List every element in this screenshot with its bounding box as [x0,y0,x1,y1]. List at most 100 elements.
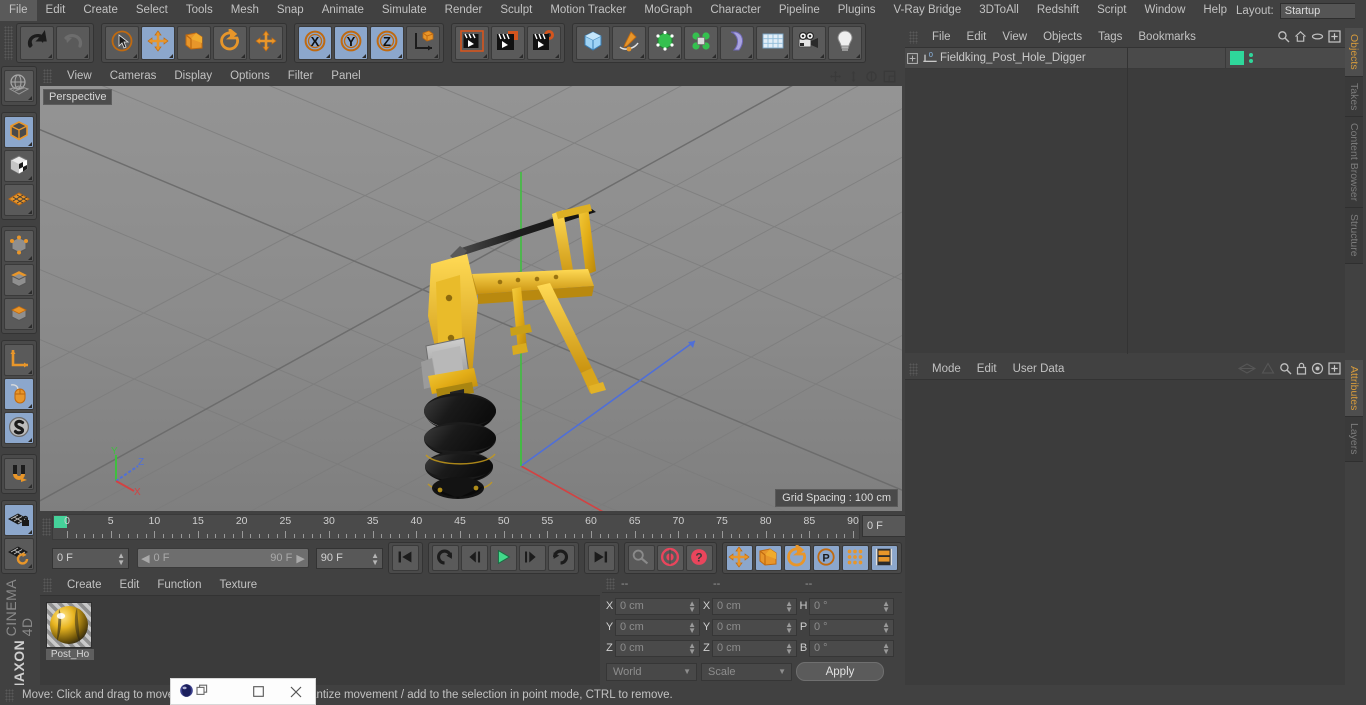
viewport-menu-options[interactable]: Options [221,66,279,86]
plus-box-icon[interactable] [1328,361,1341,378]
rotate-icon[interactable] [863,68,879,84]
spinner-icon[interactable]: ▲▼ [882,599,890,613]
render-to-picture-viewer-button[interactable] [491,25,525,60]
tab-structure[interactable]: Structure [1345,208,1363,264]
step-back-button[interactable] [460,545,488,571]
enable-snap-button[interactable] [4,378,34,410]
snap-magnet-button[interactable] [4,458,34,490]
make-editable-button[interactable] [4,70,34,102]
anim-right-icon[interactable] [1261,361,1275,378]
rotation-field[interactable]: 0 ° ▲ ▼ [809,639,894,657]
viewport-menu-cameras[interactable]: Cameras [101,66,166,86]
object-menu-tags[interactable]: Tags [1090,28,1130,47]
loop-forward-button[interactable] [547,545,575,571]
axis-mode-button[interactable] [4,344,34,376]
add-cube-button[interactable] [576,25,610,60]
dolly-icon[interactable] [845,68,861,84]
viewport-menu-filter[interactable]: Filter [279,66,323,86]
add-array-button[interactable] [684,25,718,60]
attribute-menu-edit[interactable]: Edit [969,360,1005,379]
position-field[interactable]: 0 cm ▲ ▼ [615,597,700,615]
record-scale-button[interactable] [754,545,782,571]
size-field[interactable]: 0 cm ▲ ▼ [712,639,797,657]
overlay-window-titlebar[interactable] [170,678,316,705]
object-menu-bookmarks[interactable]: Bookmarks [1130,28,1204,47]
max-frame-field[interactable]: 90 F ▲ ▼ [315,547,383,569]
object-menu-edit[interactable]: Edit [959,28,995,47]
expand-toggle-icon[interactable] [905,52,920,64]
viewport-grip[interactable] [43,69,52,83]
close-button[interactable] [277,679,315,704]
spinner-icon[interactable]: ▲▼ [785,641,793,655]
go-to-start-button[interactable] [391,545,419,571]
menu-select[interactable]: Select [127,0,177,21]
menu-simulate[interactable]: Simulate [373,0,436,21]
workplane-mode-button[interactable] [4,184,34,216]
object-manager-grip[interactable] [909,31,918,44]
redo-button[interactable] [56,25,90,60]
material-menu-create[interactable]: Create [58,575,111,595]
search-icon[interactable] [1279,362,1292,378]
menu-file[interactable]: File [0,0,37,21]
material-tag-icon[interactable] [1230,51,1244,65]
restore-icon[interactable] [196,684,209,700]
add-generator-button[interactable] [648,25,682,60]
rotation-field[interactable]: 0 ° ▲ ▼ [809,618,894,636]
add-light-button[interactable] [828,25,862,60]
lock-x-axis-button[interactable]: X [298,25,332,60]
menu-create[interactable]: Create [74,0,127,21]
attribute-grip[interactable] [909,363,918,376]
tab-attributes[interactable]: Attributes [1345,360,1363,418]
home-icon[interactable] [1294,30,1307,46]
edges-mode-button[interactable] [4,264,34,296]
rotation-field[interactable]: 0 ° ▲ ▼ [809,597,894,615]
autokeying-button[interactable] [656,545,684,571]
coordinate-mode-select[interactable]: Scale ▼ [701,662,792,681]
menu-v-ray-bridge[interactable]: V-Ray Bridge [884,0,970,21]
current-frame-field[interactable]: 0 F ▲ ▼ [52,547,130,569]
object-menu-objects[interactable]: Objects [1035,28,1090,47]
menu-help[interactable]: Help [1194,0,1236,21]
lock-workplane-button[interactable] [4,504,34,536]
preview-range-bar[interactable]: ◀ 0 F 90 F ▶ [137,548,309,568]
perspective-viewport[interactable]: Perspective Grid Spacing : 100 cm Y Z X [40,86,902,511]
material-menu-texture[interactable]: Texture [210,575,266,595]
lock-icon[interactable] [1296,362,1307,378]
polygons-mode-button[interactable] [4,298,34,330]
lock-z-axis-button[interactable]: Z [370,25,404,60]
move-tool[interactable] [141,25,175,60]
step-forward-button[interactable] [518,545,546,571]
render-view-button[interactable] [455,25,489,60]
menu-render[interactable]: Render [436,0,492,21]
spinner-icon[interactable]: ▲▼ [117,551,125,566]
menu-edit[interactable]: Edit [37,0,75,21]
render-settings-button[interactable] [527,25,561,60]
menu-mesh[interactable]: Mesh [222,0,268,21]
record-parameter-button[interactable]: P [812,545,840,571]
live-selection-tool[interactable] [105,25,139,60]
object-menu-file[interactable]: File [924,28,959,47]
menu-sculpt[interactable]: Sculpt [491,0,541,21]
play-button[interactable] [489,545,517,571]
menu-script[interactable]: Script [1088,0,1135,21]
object-row[interactable]: 0 Fieldking_Post_Hole_Digger [905,47,1345,69]
menu-tools[interactable]: Tools [177,0,222,21]
menu-window[interactable]: Window [1135,0,1194,21]
spinner-icon[interactable]: ▲▼ [882,641,890,655]
attribute-content[interactable] [905,379,1345,685]
target-icon[interactable] [1311,362,1324,378]
position-field[interactable]: 0 cm ▲ ▼ [615,639,700,657]
move-duplicate-tool[interactable] [249,25,283,60]
add-camera-button[interactable] [792,25,826,60]
range-right-arrow-icon[interactable]: ▶ [296,552,304,565]
coordinates-grip[interactable] [606,577,615,590]
menu-motion-tracker[interactable]: Motion Tracker [541,0,635,21]
tab-content-browser[interactable]: Content Browser [1345,117,1363,209]
search-icon[interactable] [1277,30,1290,46]
range-left-arrow-icon[interactable]: ◀ [141,552,149,565]
menu-3dtoall[interactable]: 3DToAll [970,0,1028,21]
object-menu-view[interactable]: View [994,28,1035,47]
spinner-icon[interactable]: ▲▼ [785,599,793,613]
material-menu-edit[interactable]: Edit [111,575,149,595]
attribute-menu-mode[interactable]: Mode [924,360,969,379]
